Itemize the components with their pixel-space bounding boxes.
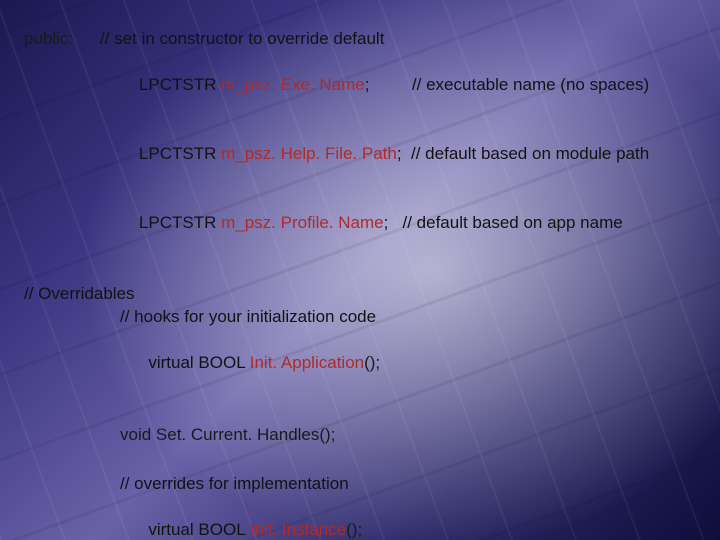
member-name: m_psz. Exe. Name xyxy=(221,75,365,94)
init-application-decl: virtual BOOL Init. Application(); xyxy=(120,329,700,398)
constructor-comment: // set in constructor to override defaul… xyxy=(100,28,384,51)
virtual-bool: virtual BOOL xyxy=(148,520,249,539)
virtual-bool: virtual BOOL xyxy=(148,353,249,372)
type-lpctstr: LPCTSTR xyxy=(139,213,221,232)
member-comment: ; // default based on module path xyxy=(397,144,649,163)
member-comment: ; // default based on app name xyxy=(384,213,623,232)
public-keyword: public: xyxy=(24,29,73,48)
overrides-impl-comment: // overrides for implementation xyxy=(120,473,700,496)
method-name: Init. Instance xyxy=(250,520,346,539)
member-name: m_psz. Profile. Name xyxy=(221,213,384,232)
method-name: Init. Application xyxy=(250,353,364,372)
overridables-header: // Overridables xyxy=(24,283,700,306)
type-lpctstr: LPCTSTR xyxy=(139,144,221,163)
set-current-handles-decl: void Set. Current. Handles(); xyxy=(120,424,700,447)
public-row: public: // set in constructor to overrid… xyxy=(24,28,700,51)
public-label: public: xyxy=(24,28,100,51)
method-tail: (); xyxy=(346,520,362,539)
method-tail: (); xyxy=(364,353,380,372)
slide-content: public: // set in constructor to overrid… xyxy=(0,0,720,540)
overridables-section: // Overridables // hooks for your initia… xyxy=(24,283,700,540)
member-exe-name: LPCTSTR m_psz. Exe. Name; // executable … xyxy=(120,51,700,120)
member-name: m_psz. Help. File. Path xyxy=(221,144,397,163)
member-comment: ; // executable name (no spaces) xyxy=(365,75,649,94)
type-lpctstr: LPCTSTR xyxy=(139,75,221,94)
member-help-path: LPCTSTR m_psz. Help. File. Path; // defa… xyxy=(120,120,700,189)
hooks-comment: // hooks for your initialization code xyxy=(120,306,700,329)
init-instance-decl: virtual BOOL Init. Instance(); xyxy=(120,496,700,540)
member-profile-name: LPCTSTR m_psz. Profile. Name; // default… xyxy=(120,189,700,258)
